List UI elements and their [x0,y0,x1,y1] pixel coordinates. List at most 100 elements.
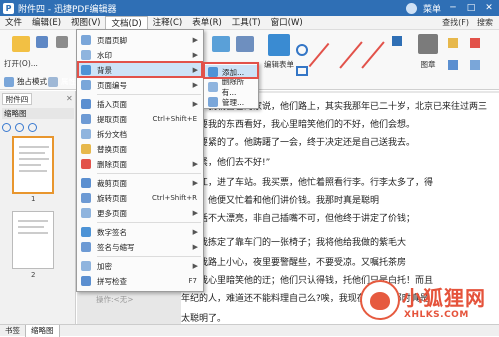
text-line: 过去。他便又忙着和他们讲价钱。我那时真是聪明 [181,196,380,206]
menu-label[interactable]: 菜单 [423,2,441,15]
fox-logo-icon [360,280,400,320]
folder-icon [11,36,30,52]
rotate-pages-icon [81,193,91,203]
menu-item-watermark[interactable]: 水印 ▶ [77,48,203,62]
page-number: 1 [31,195,36,203]
search-button[interactable]: 搜索 [477,17,493,28]
menu-edit[interactable]: 编辑(E) [27,16,66,30]
zoom-in-icon[interactable] [15,122,24,132]
single-mode-button[interactable]: 独占模式 [4,76,47,87]
menu-file[interactable]: 文件 [0,16,27,30]
text-line: 什么要紧的了。他踌躇了一会，终于决定还是自己送我去。 [181,138,416,148]
menu-item-rotate-pages[interactable]: 旋转页面 Ctrl+Shift+R [77,191,203,205]
grid-tool-icon[interactable] [392,36,402,46]
options-icon[interactable] [28,122,37,132]
eraser-tool-icon[interactable] [470,38,480,48]
menu-tools[interactable]: 工具(T) [227,16,266,30]
maximize-button[interactable]: □ [465,3,477,13]
thumbnail-panel: 附件四 ✕ 缩略图 1 2 [0,91,76,324]
submenu-item-delete-all[interactable]: 删除所有... [204,77,258,97]
attach-icon [236,36,254,52]
extract-pages-icon [81,114,91,124]
submenu-item-manage[interactable]: 管理... [204,95,258,109]
chevron-right-icon: ▶ [192,243,198,251]
chevron-right-icon: ▶ [192,81,198,89]
tab-bookmarks[interactable]: 书签 [0,325,25,337]
menu-item-split-document[interactable]: 拆分文档 [77,127,203,141]
highlight-tool-icon[interactable] [448,38,458,48]
menu-item-header-footer[interactable]: 页眉页脚 ▶ [77,33,203,47]
encrypt-icon [81,261,91,271]
close-button[interactable]: ✕ [483,3,495,13]
add-page-tool[interactable] [212,36,230,52]
crop-pages-icon [81,178,91,188]
tab-thumbnails[interactable]: 缩略图 [25,324,60,337]
text-line: 他嘱我路上小心，夜里要警醒些，不要受凉。又嘱托茶房 [181,258,407,268]
callout-tool-icon[interactable] [470,60,480,70]
avatar[interactable] [405,2,417,14]
sign-initials-icon [81,242,91,252]
chevron-right-icon: ▶ [192,228,198,236]
form-icon [268,34,290,56]
edit-form-button[interactable]: 编辑表单 [264,34,294,70]
menu-item-delete-pages[interactable]: 删除页面 ▶ [77,157,203,171]
arrow-tool-icon[interactable] [339,41,363,69]
text-line: 。他要我的东西看好，我心里暗笑他们的不好，他们会想。 [181,120,416,130]
menu-item-extract-pages[interactable]: 提取页面 Ctrl+Shift+E [77,112,203,126]
menu-window[interactable]: 窗口(W) [266,16,308,30]
find-button[interactable]: 查找(F) [442,17,469,28]
menu-item-crop-pages[interactable]: 裁剪页面 ▶ [77,176,203,190]
properties-icon [48,76,58,87]
menu-bar: 文件 编辑(E) 视图(V) 文档(D) 注释(C) 表单(R) 工具(T) 窗… [0,15,499,30]
print-button[interactable] [56,36,68,48]
menu-item-encrypt[interactable]: 加密 ▶ [77,259,203,273]
stamp-icon [418,34,438,54]
rectangle-tool-icon[interactable] [296,66,308,76]
line-tool-icon[interactable] [308,42,330,68]
menu-document[interactable]: 文档(D) [105,15,148,30]
site-watermark: 小狐狸网 XHLKS.COM [360,280,499,328]
menu-item-page-number[interactable]: 页面编号 ▶ [77,78,203,92]
minimize-button[interactable]: ─ [447,3,459,13]
chevron-right-icon: ▶ [192,209,198,217]
chevron-right-icon: ▶ [192,160,198,168]
text-line: 太聪明了。 [181,314,227,324]
menu-item-more-pages[interactable]: 更多页面 ▶ [77,206,203,220]
app-logo-icon: P [3,2,14,14]
zoom-out-icon[interactable] [2,122,11,132]
chevron-right-icon: ▶ [192,179,198,187]
highlight-frame [77,61,203,78]
page-thumbnail[interactable] [12,211,54,269]
save-icon [36,36,48,48]
menu-item-digital-signature[interactable]: 数字签名 ▶ [77,225,203,239]
single-mode-icon [4,76,14,87]
document-tab[interactable]: 附件四 [2,93,32,105]
menu-item-insert-pages[interactable]: 插入页面 ▶ [77,97,203,111]
window-title: 附件四 - 迅捷PDF编辑器 [18,4,117,15]
page-number: 2 [31,271,36,279]
add-icon [212,36,230,52]
open-button[interactable]: 打开(O)... [4,36,38,69]
menu-item-sign-initials[interactable]: 签名与缩写 ▶ [77,240,203,254]
attach-tool[interactable] [236,36,254,52]
page-thumbnail[interactable] [12,136,54,194]
highlight-frame [203,62,259,79]
more-pages-icon [81,208,91,218]
circle-tool-icon[interactable] [296,44,308,56]
chevron-right-icon: ▶ [192,51,198,59]
save-button[interactable] [36,36,48,48]
menu-form[interactable]: 表单(R) [187,16,227,30]
note-tool-icon[interactable] [448,60,458,70]
menu-item-replace-pages[interactable]: 替换页面 [77,142,203,156]
digital-signature-icon [81,227,91,237]
tab-close-icon[interactable]: ✕ [66,94,73,103]
manage-background-icon [208,97,218,107]
header-footer-icon [81,35,91,45]
pencil-tool-icon[interactable] [361,41,385,69]
menu-comment[interactable]: 注释(C) [148,16,188,30]
panel-header: 缩略图 [2,108,74,119]
stamp-button[interactable]: 图章 [418,34,438,70]
text-line: 过了江，进了车站。我买票，他忙着照看行李。行李太多了，得 [181,178,434,188]
menu-item-spell-check[interactable]: 拼写检查 F7 [77,274,203,288]
menu-view[interactable]: 视图(V) [66,16,105,30]
